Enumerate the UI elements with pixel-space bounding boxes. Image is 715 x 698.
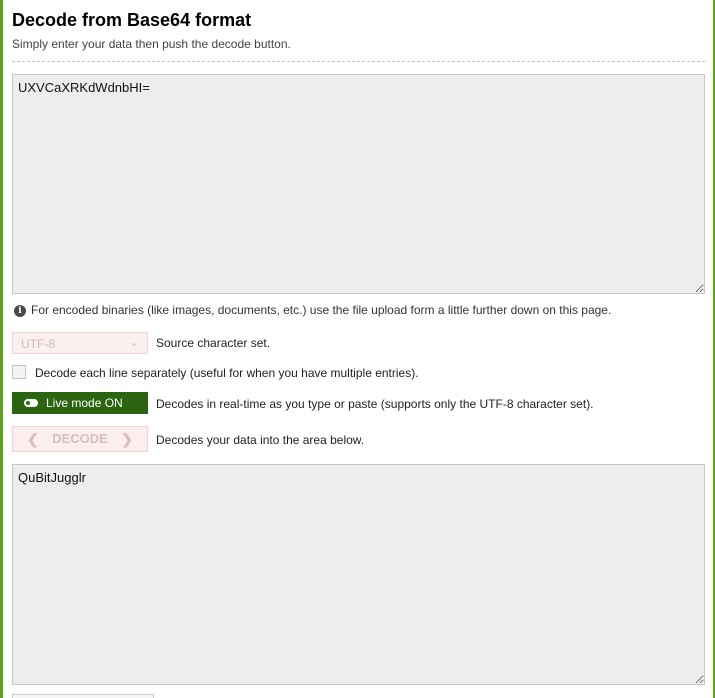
chevron-left-icon: ❮ <box>27 431 39 447</box>
divider <box>12 61 705 62</box>
charset-selected-value: UTF-8 <box>21 337 55 351</box>
decode-description: Decodes your data into the area below. <box>156 433 365 447</box>
info-text: For encoded binaries (like images, docum… <box>31 303 612 317</box>
decode-button[interactable]: ❮ DECODE ❯ <box>12 426 148 452</box>
info-note: i For encoded binaries (like images, docu… <box>12 303 611 317</box>
input-textarea[interactable]: UXVCaXRKdWdnbHI= <box>12 74 705 294</box>
live-mode-label: Live mode ON <box>46 396 123 410</box>
decode-each-line-checkbox[interactable] <box>12 365 26 379</box>
live-mode-description: Decodes in real-time as you type or past… <box>156 397 594 411</box>
live-mode-button[interactable]: Live mode ON <box>12 392 148 414</box>
toggle-icon <box>24 398 38 407</box>
decode-button-label: DECODE <box>52 431 108 446</box>
chevron-right-icon: ❯ <box>121 431 133 447</box>
info-icon: i <box>14 304 26 317</box>
decode-each-line-label[interactable]: Decode each line separately (useful for … <box>35 366 419 380</box>
next-control-stub[interactable] <box>12 694 154 698</box>
page-subtitle: Simply enter your data then push the dec… <box>12 37 291 51</box>
charset-select[interactable]: UTF-8 ⌄ <box>12 332 148 354</box>
output-textarea[interactable]: QuBitJugglr <box>12 464 705 685</box>
charset-label: Source character set. <box>156 336 271 350</box>
chevron-down-icon: ⌄ <box>128 335 139 349</box>
page-title: Decode from Base64 format <box>12 10 252 30</box>
decoder-panel: Decode from Base64 format Simply enter y… <box>3 0 713 698</box>
